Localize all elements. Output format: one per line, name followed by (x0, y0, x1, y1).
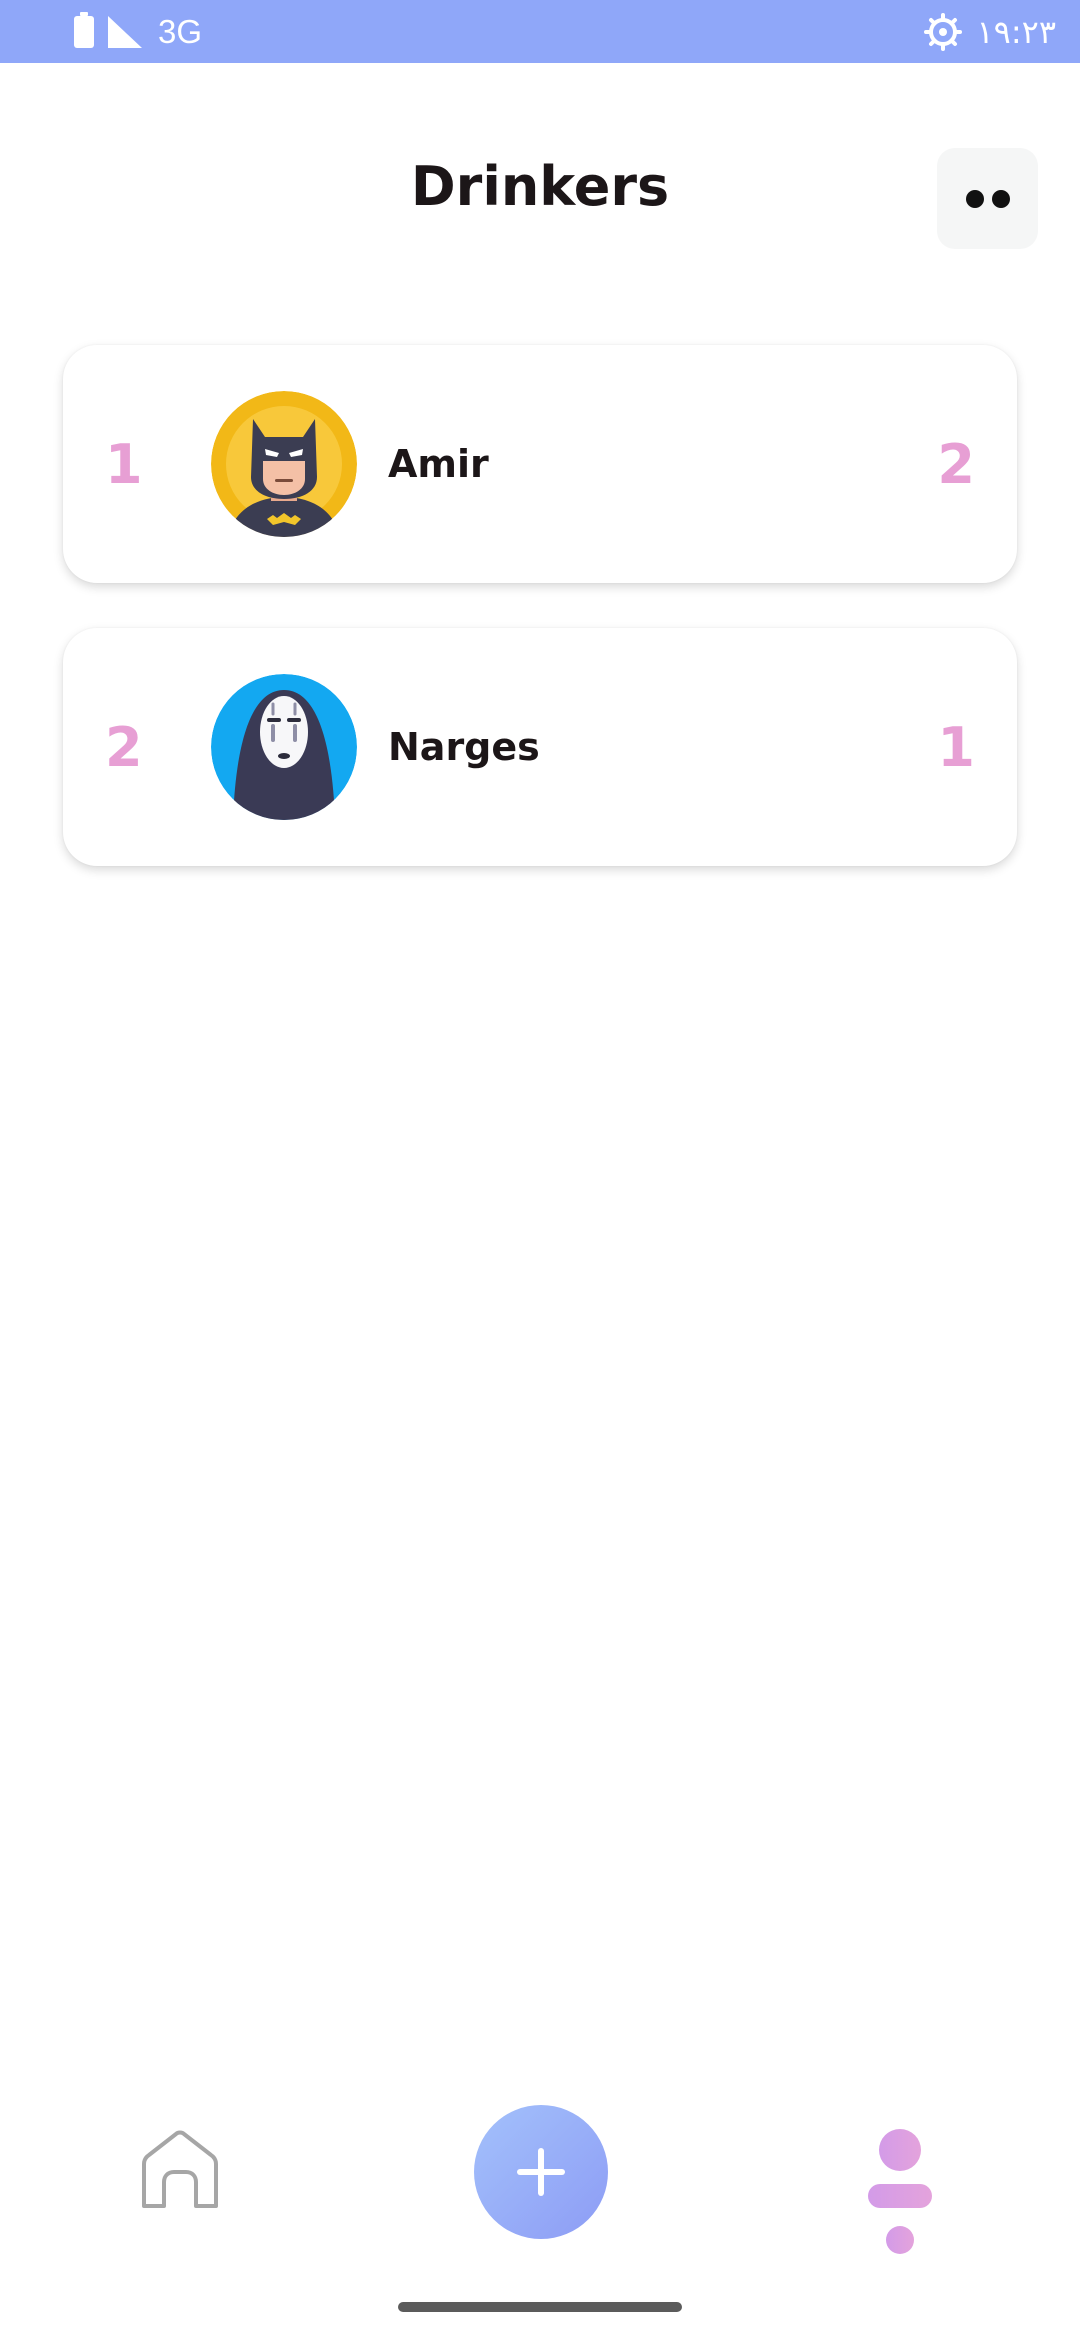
drink-count: 1 (937, 715, 975, 779)
drinker-card[interactable]: 2 Narges 1 (63, 628, 1017, 866)
gear-icon (924, 12, 963, 51)
page-title: Drinkers (410, 155, 670, 218)
add-drinker-button[interactable] (474, 2105, 608, 2239)
home-icon (142, 2130, 218, 2208)
add-icon (517, 2148, 565, 2196)
more-dots-icon (991, 189, 1010, 208)
drink-count: 2 (937, 432, 975, 496)
nav-profile-button[interactable] (866, 2128, 934, 2258)
status-right: ۱۹:۲۳ (924, 0, 1056, 63)
status-bar: 3G ۱۹:۲۳ (0, 0, 1080, 63)
status-left: 3G (74, 0, 202, 63)
network-type: 3G (158, 12, 203, 50)
battery-icon (74, 11, 94, 48)
more-options-button[interactable] (937, 148, 1038, 249)
batman-avatar (211, 391, 357, 537)
home-indicator (398, 2302, 682, 2312)
drinker-name: Amir (388, 442, 489, 486)
no-face-avatar (211, 674, 357, 820)
signal-icon (108, 15, 142, 48)
drinker-name: Narges (388, 725, 540, 769)
more-dots-icon (965, 189, 984, 208)
nav-home-button[interactable] (136, 2126, 224, 2214)
drinker-rank: 2 (105, 715, 143, 779)
profile-icon (868, 2129, 932, 2254)
status-time: ۱۹:۲۳ (976, 12, 1056, 51)
drinker-card[interactable]: 1 Amir 2 (63, 345, 1017, 583)
drinker-rank: 1 (105, 432, 143, 496)
